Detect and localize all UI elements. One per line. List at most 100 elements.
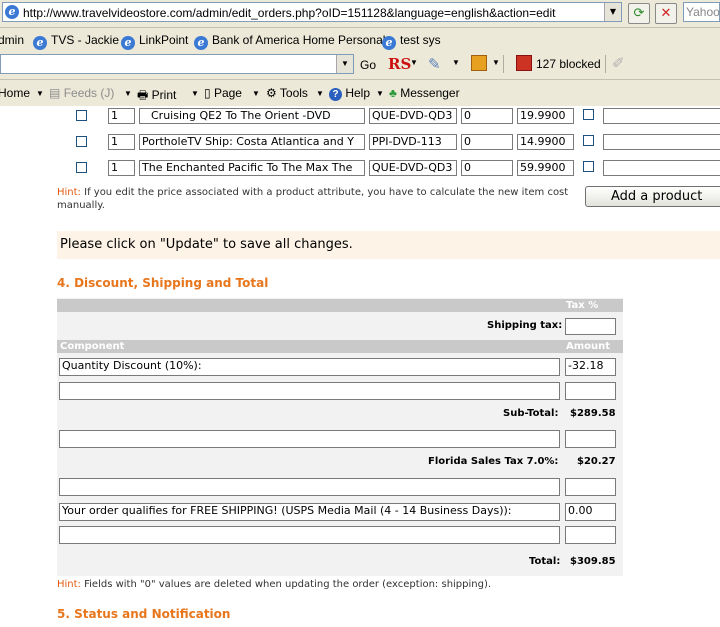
link-admin[interactable]: dmin (0, 33, 24, 47)
link-bank-of-america[interactable]: e Bank of America Home Personal (194, 33, 385, 50)
stop-icon[interactable]: ✕ (655, 3, 677, 24)
total-label: Total: (529, 556, 561, 567)
price-total-field[interactable] (603, 108, 720, 124)
chevron-down-icon[interactable]: ▼ (252, 89, 260, 98)
chevron-down-icon[interactable]: ▼ (191, 89, 199, 98)
price-total-field[interactable] (603, 134, 720, 150)
qty-field[interactable]: 1 (108, 160, 135, 176)
rs-icon[interactable]: RS (388, 55, 411, 73)
tax-field[interactable]: 0 (461, 160, 513, 176)
page-button[interactable]: ▯ Page (204, 86, 242, 100)
page-content: 1 Cruising QE2 To The Orient -DVD QUE-DV… (0, 106, 720, 627)
component-title-field[interactable] (59, 526, 560, 544)
toolbar-search-input[interactable]: ▼ (0, 54, 354, 74)
links-bar: dmin e TVS - Jackie e LinkPoint e Bank of A… (0, 28, 720, 53)
chevron-down-icon[interactable]: ▼ (376, 89, 384, 98)
chevron-down-icon[interactable]: ▼ (452, 58, 460, 67)
product-name-field[interactable]: Cruising QE2 To The Orient -DVD (139, 108, 365, 124)
popup-blocker-icon (516, 55, 532, 71)
url-dropdown-icon[interactable]: ▼ (604, 3, 621, 21)
feeds-button[interactable]: ▤ Feeds (J) (49, 86, 114, 100)
tools-button[interactable]: ⚙ Tools (266, 86, 308, 100)
section-4-heading: 4. Discount, Shipping and Total (57, 276, 269, 290)
price-field[interactable]: 14.9900 (517, 134, 574, 150)
attribute-hint: Hint: If you edit the price associated w… (57, 186, 577, 212)
search-dropdown-icon[interactable]: ▼ (336, 55, 353, 73)
hint-label: Hint: (57, 187, 81, 198)
chevron-down-icon[interactable]: ▼ (124, 89, 132, 98)
shipping-tax-field[interactable] (565, 318, 616, 335)
feed-icon: ▤ (49, 86, 61, 100)
chevron-down-icon[interactable]: ▼ (410, 58, 418, 67)
ie-link-icon: e (121, 36, 135, 50)
component-title-field[interactable] (59, 382, 560, 400)
ie-page-icon: e (5, 5, 19, 19)
attribute-checkbox[interactable] (583, 161, 594, 172)
price-field[interactable]: 59.9900 (517, 160, 574, 176)
tax-header-row: Tax % (57, 299, 623, 312)
page-icon: ▯ (204, 86, 211, 100)
discount-value-field[interactable]: -32.18 (565, 358, 616, 376)
component-value-field[interactable] (565, 478, 616, 496)
addon-icon[interactable] (471, 55, 487, 71)
model-field[interactable]: QUE-DVD-QD3 (369, 160, 457, 176)
sales-tax-value: $20.27 (577, 456, 616, 467)
tax-field[interactable]: 0 (461, 108, 513, 124)
toolbar-separator (503, 55, 504, 73)
highlighter-icon[interactable]: ✎ (428, 55, 441, 73)
model-field[interactable]: QUE-DVD-QD3 (369, 108, 457, 124)
attribute-checkbox[interactable] (583, 135, 594, 146)
print-button[interactable]: 🖶 Print (137, 86, 176, 107)
home-button[interactable]: Home (0, 86, 30, 100)
chevron-down-icon[interactable]: ▼ (316, 89, 324, 98)
component-value-field[interactable] (565, 526, 616, 544)
messenger-button[interactable]: ♣ Messenger (389, 86, 460, 100)
attribute-checkbox[interactable] (583, 109, 594, 120)
subtotal-label: Sub-Total: (503, 408, 559, 419)
total-value: $309.85 (570, 556, 616, 567)
url-field[interactable]: e http://www.travelvideostore.com/admin/… (2, 2, 622, 22)
shipping-title-field[interactable]: Your order qualifies for FREE SHIPPING! … (59, 503, 560, 521)
add-product-button[interactable]: Add a product (585, 186, 720, 207)
url-text: http://www.travelvideostore.com/admin/ed… (23, 6, 556, 20)
discount-title-field[interactable]: Quantity Discount (10%): (59, 358, 560, 376)
popups-blocked-count[interactable]: 127 blocked (536, 57, 601, 71)
help-button[interactable]: ? Help (329, 86, 370, 101)
price-field[interactable]: 19.9900 (517, 108, 574, 124)
delete-checkbox[interactable] (76, 136, 87, 147)
zero-values-hint: Hint: Fields with "0" values are deleted… (57, 578, 617, 591)
link-linkpoint[interactable]: e LinkPoint (121, 33, 188, 50)
delete-checkbox[interactable] (76, 110, 87, 121)
component-header: Component (60, 341, 125, 352)
product-name-field[interactable]: PortholeTV Ship: Costa Atlantica and Y (139, 134, 365, 150)
search-toolbar: ▼ Go RS ▼ ✎ ▼ ▼ 127 blocked ✐ (0, 52, 720, 80)
product-name-field[interactable]: The Enchanted Pacific To The Max The (139, 160, 365, 176)
shipping-tax-label: Shipping tax: (487, 320, 563, 331)
refresh-icon[interactable]: ⟳ (628, 3, 650, 24)
shipping-value-field[interactable]: 0.00 (565, 503, 616, 521)
component-title-field[interactable] (59, 478, 560, 496)
chevron-down-icon[interactable]: ▼ (492, 58, 500, 67)
printer-icon: 🖶 (137, 88, 149, 102)
eraser-icon[interactable]: ✐ (612, 54, 625, 72)
link-tvs-jackie[interactable]: e TVS - Jackie (33, 33, 119, 50)
chevron-down-icon[interactable]: ▼ (36, 89, 44, 98)
delete-checkbox[interactable] (76, 162, 87, 173)
component-value-field[interactable] (565, 382, 616, 400)
qty-field[interactable]: 1 (108, 134, 135, 150)
yahoo-search-field[interactable]: Yahoo! (683, 2, 720, 22)
messenger-icon: ♣ (389, 86, 397, 100)
model-field[interactable]: PPI-DVD-113 (369, 134, 457, 150)
sales-tax-label: Florida Sales Tax 7.0%: (428, 456, 559, 467)
link-test-sys[interactable]: e test sys (382, 33, 441, 50)
go-button[interactable]: Go (360, 58, 376, 72)
toolbar-separator (605, 55, 606, 73)
component-value-field[interactable] (565, 430, 616, 448)
qty-field[interactable]: 1 (108, 108, 135, 124)
tax-field[interactable]: 0 (461, 134, 513, 150)
component-title-field[interactable] (59, 430, 560, 448)
price-total-field[interactable] (603, 160, 720, 176)
totals-panel: Tax % Shipping tax: Component Amount Qua… (57, 298, 623, 576)
hint-text: Fields with "0" values are deleted when … (84, 579, 492, 590)
help-icon: ? (329, 88, 342, 101)
